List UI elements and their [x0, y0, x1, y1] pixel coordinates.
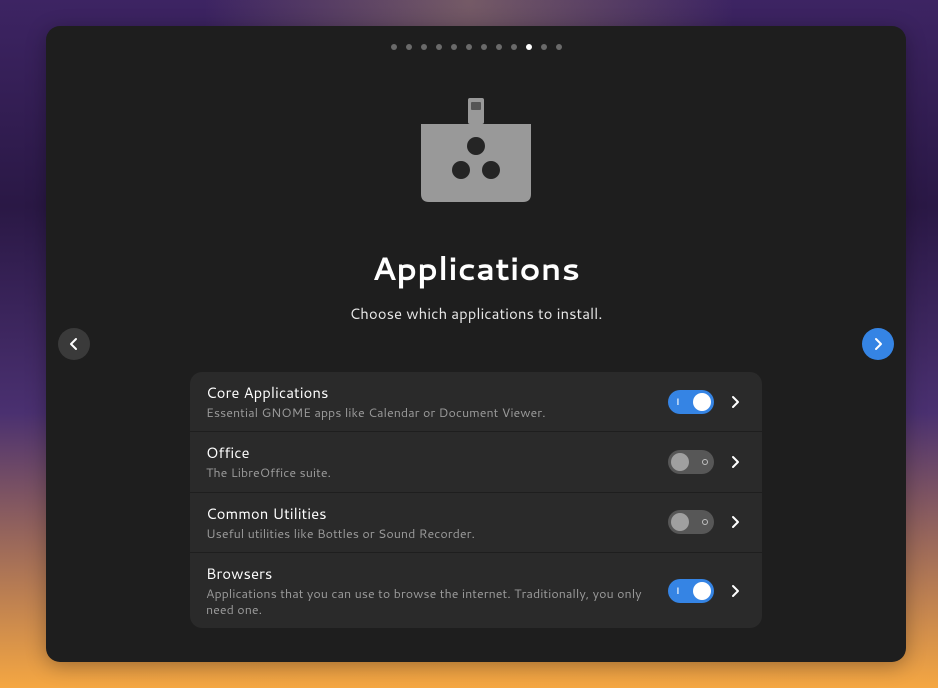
toggle-office[interactable] — [668, 450, 714, 474]
page-dot[interactable] — [451, 44, 457, 50]
applications-list: Core Applications Essential GNOME apps l… — [190, 372, 762, 628]
row-desc: Applications that you can use to browse … — [206, 586, 656, 619]
toggle-core-applications[interactable]: I — [668, 390, 714, 414]
page-title: Applications — [372, 246, 580, 291]
row-desc: Useful utilities like Bottles or Sound R… — [206, 526, 656, 542]
page-dot[interactable] — [481, 44, 487, 50]
chevron-right-icon[interactable] — [726, 512, 746, 532]
page-dot[interactable] — [421, 44, 427, 50]
page-subtitle: Choose which applications to install. — [350, 303, 603, 324]
row-desc: The LibreOffice suite. — [206, 465, 656, 481]
chevron-left-icon — [68, 337, 80, 351]
installer-panel: Applications Choose which applications t… — [46, 26, 906, 662]
page-dot[interactable] — [556, 44, 562, 50]
chevron-right-icon — [872, 337, 884, 351]
row-core-applications[interactable]: Core Applications Essential GNOME apps l… — [190, 372, 762, 432]
page-dot[interactable] — [406, 44, 412, 50]
chevron-right-icon[interactable] — [726, 581, 746, 601]
page-dot[interactable] — [391, 44, 397, 50]
shopping-bag-icon — [421, 98, 531, 208]
row-office[interactable]: Office The LibreOffice suite. — [190, 432, 762, 492]
page-dot-active[interactable] — [526, 44, 532, 50]
row-browsers[interactable]: Browsers Applications that you can use t… — [190, 553, 762, 629]
page-dot[interactable] — [511, 44, 517, 50]
row-title: Common Utilities — [206, 503, 656, 524]
page-dot[interactable] — [496, 44, 502, 50]
chevron-right-icon[interactable] — [726, 392, 746, 412]
row-common-utilities[interactable]: Common Utilities Useful utilities like B… — [190, 493, 762, 553]
toggle-common-utilities[interactable] — [668, 510, 714, 534]
page-dot[interactable] — [541, 44, 547, 50]
next-button[interactable] — [862, 328, 894, 360]
row-title: Core Applications — [206, 382, 656, 403]
back-button[interactable] — [58, 328, 90, 360]
page-dot[interactable] — [436, 44, 442, 50]
chevron-right-icon[interactable] — [726, 452, 746, 472]
row-desc: Essential GNOME apps like Calendar or Do… — [206, 405, 656, 421]
toggle-browsers[interactable]: I — [668, 579, 714, 603]
row-title: Office — [206, 442, 656, 463]
row-title: Browsers — [206, 563, 656, 584]
page-dot[interactable] — [466, 44, 472, 50]
page-indicator — [391, 44, 562, 50]
